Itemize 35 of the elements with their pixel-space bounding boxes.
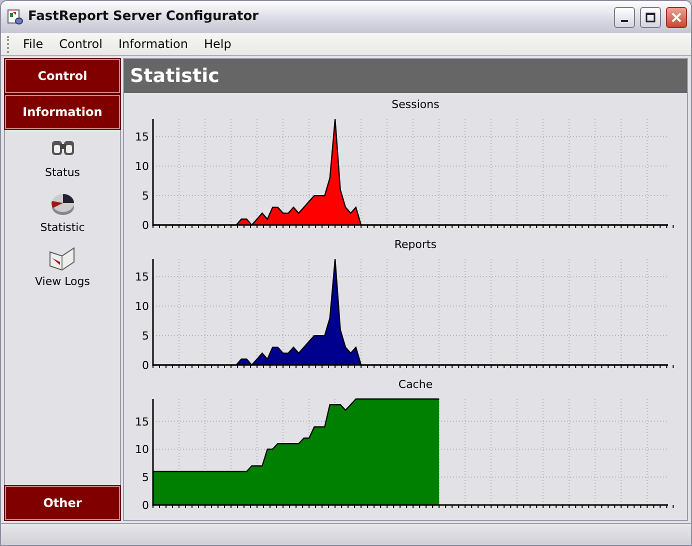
close-button[interactable]: [666, 6, 687, 28]
axis-label: 15: [135, 270, 149, 284]
axis-label: 10: [135, 160, 149, 174]
maximize-button[interactable]: [640, 6, 661, 28]
section-button[interactable]: Other: [5, 486, 120, 520]
open-book-icon: [47, 244, 78, 272]
minimize-button[interactable]: [614, 6, 635, 28]
axis-label: 0: [142, 359, 149, 372]
menu-item[interactable]: File: [17, 34, 50, 54]
close-icon: [671, 12, 682, 22]
chart-title: Cache: [398, 378, 433, 391]
sidebar-item[interactable]: Status: [44, 131, 80, 184]
menu-item[interactable]: Help: [198, 34, 238, 54]
axis-label: 0: [142, 499, 149, 512]
menu-item[interactable]: Information: [112, 34, 194, 54]
app-icon: [7, 9, 23, 25]
axis-label: 10: [135, 300, 149, 314]
chart-title: Reports: [394, 238, 437, 251]
axis-label: 10: [135, 443, 149, 456]
section-button[interactable]: Control: [5, 59, 120, 93]
window-title: FastReport Server Configurator: [28, 8, 259, 26]
section-button[interactable]: Information: [5, 95, 120, 129]
sidebar-item[interactable]: View Logs: [35, 240, 90, 292]
axis-label: 5: [142, 330, 149, 343]
menu-item[interactable]: Control: [53, 34, 108, 54]
axis-label: 5: [142, 190, 149, 203]
panel-title: Statistic: [124, 59, 687, 93]
axis-label: 5: [142, 471, 149, 484]
axis-label: 15: [135, 130, 149, 144]
minimize-icon: [621, 20, 628, 22]
axis-label: 0: [142, 219, 149, 232]
sidebar-item[interactable]: Statistic: [40, 186, 85, 238]
chart-title: Sessions: [392, 98, 440, 111]
axis-label: 15: [135, 415, 149, 428]
maximize-icon: [645, 12, 656, 22]
